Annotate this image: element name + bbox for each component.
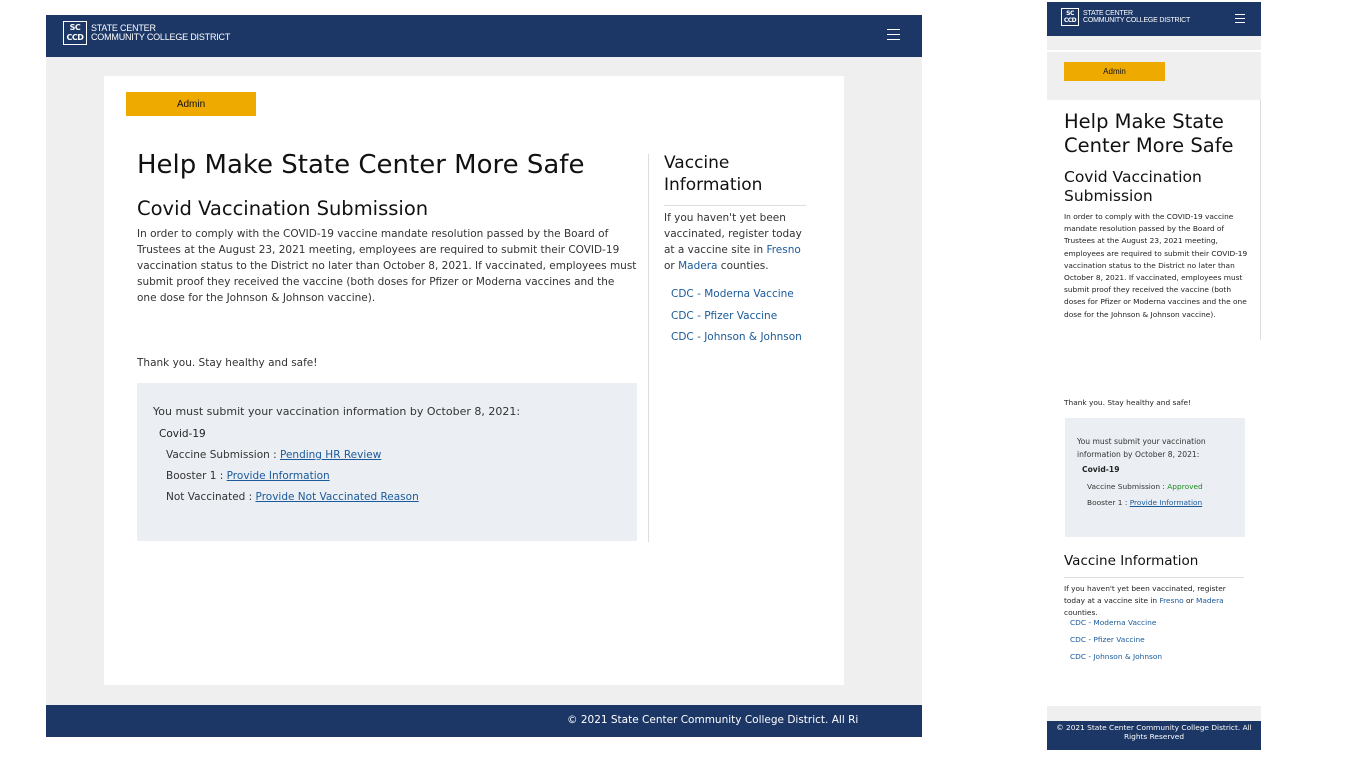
content-card: Admin Help Make State Center More Safe C… <box>104 76 844 685</box>
booster-row: Booster 1 : Provide Information <box>166 470 330 482</box>
logo-name: STATE CENTER COMMUNITY COLLEGE DISTRICT <box>91 23 231 42</box>
mobile-submission-status-box: You must submit your vaccination informa… <box>1065 418 1245 537</box>
madera-link[interactable]: Madera <box>678 260 717 272</box>
thanks-text: Thank you. Stay healthy and safe! <box>137 357 318 369</box>
mobile-view: SC CCD STATE CENTER COMMUNITY COLLEGE DI… <box>1047 2 1261 750</box>
mobile-district-logo[interactable]: SC CCD STATE CENTER COMMUNITY COLLEGE DI… <box>1061 8 1190 26</box>
mobile-cdc-johnson-link[interactable]: CDC - Johnson & Johnson <box>1070 652 1162 661</box>
mobile-sidebar-title: Vaccine Information <box>1064 553 1199 569</box>
mobile-deadline-text: You must submit your vaccination informa… <box>1077 437 1206 459</box>
deadline-text: You must submit your vaccination informa… <box>153 405 521 418</box>
hamburger-menu-icon[interactable] <box>887 29 900 44</box>
sidebar-title: Vaccine Information <box>664 153 763 195</box>
mobile-section-title: Covid Vaccination Submission <box>1064 168 1202 205</box>
approved-status: Approved <box>1167 482 1203 491</box>
cdc-moderna-link[interactable]: CDC - Moderna Vaccine <box>671 288 794 300</box>
sidebar-divider <box>648 154 649 542</box>
vaccine-submission-row: Vaccine Submission : Pending HR Review <box>166 449 381 461</box>
logo-mark-icon: SC CCD <box>63 21 87 45</box>
mobile-sidebar-text: If you haven't yet been vaccinated, regi… <box>1064 584 1226 618</box>
not-vaccinated-row: Not Vaccinated : Provide Not Vaccinated … <box>166 491 419 503</box>
fresno-link[interactable]: Fresno <box>766 244 800 256</box>
district-logo[interactable]: SC CCD STATE CENTER COMMUNITY COLLEGE DI… <box>63 21 230 45</box>
sidebar-rule <box>664 205 806 206</box>
mobile-page-title: Help Make State Center More Safe <box>1064 110 1234 157</box>
not-vaccinated-label: Not Vaccinated : <box>166 491 256 503</box>
pending-hr-review-link[interactable]: Pending HR Review <box>280 449 381 461</box>
mobile-fresno-link[interactable]: Fresno <box>1159 596 1183 605</box>
mobile-madera-link[interactable]: Madera <box>1196 596 1224 605</box>
mobile-vaccine-submission-row: Vaccine Submission : Approved <box>1087 482 1203 491</box>
section-title: Covid Vaccination Submission <box>137 197 429 220</box>
cdc-johnson-link[interactable]: CDC - Johnson & Johnson <box>671 331 802 343</box>
vaccine-submission-label: Vaccine Submission : <box>1087 482 1168 491</box>
mobile-admin-button[interactable]: Admin <box>1064 62 1165 81</box>
cdc-pfizer-link[interactable]: CDC - Pfizer Vaccine <box>671 310 777 322</box>
desktop-view: SC CCD STATE CENTER COMMUNITY COLLEGE DI… <box>46 15 922 737</box>
admin-button[interactable]: Admin <box>126 92 256 116</box>
booster-label: Booster 1 : <box>166 470 227 482</box>
logo-mark-icon: SC CCD <box>1061 8 1079 26</box>
mobile-covid-heading: Covid-19 <box>1082 465 1120 474</box>
mobile-booster-row: Booster 1 : Provide Information <box>1087 498 1202 507</box>
mobile-footer: © 2021 State Center Community College Di… <box>1047 721 1261 750</box>
provide-not-vaccinated-reason-link[interactable]: Provide Not Vaccinated Reason <box>256 491 419 503</box>
page-title: Help Make State Center More Safe <box>137 150 585 180</box>
mobile-header-bar: SC CCD STATE CENTER COMMUNITY COLLEGE DI… <box>1047 2 1261 36</box>
mobile-sidebar-rule <box>1064 577 1244 578</box>
logo-name: STATE CENTER COMMUNITY COLLEGE DISTRICT <box>1083 10 1191 24</box>
header-bar: SC CCD STATE CENTER COMMUNITY COLLEGE DI… <box>46 15 922 57</box>
provide-information-link[interactable]: Provide Information <box>227 470 330 482</box>
sidebar-text: If you haven't yet been vaccinated, regi… <box>664 212 802 272</box>
hamburger-menu-icon[interactable] <box>1235 14 1245 26</box>
covid-heading: Covid-19 <box>159 428 206 440</box>
mobile-cdc-moderna-link[interactable]: CDC - Moderna Vaccine <box>1070 618 1156 627</box>
vaccine-submission-label: Vaccine Submission : <box>166 449 280 461</box>
mobile-thanks-text: Thank you. Stay healthy and safe! <box>1064 398 1192 407</box>
mobile-cdc-pfizer-link[interactable]: CDC - Pfizer Vaccine <box>1070 635 1145 644</box>
footer: © 2021 State Center Community College Di… <box>46 705 922 737</box>
booster-label: Booster 1 : <box>1087 498 1130 507</box>
intro-text: In order to comply with the COVID-19 vac… <box>137 228 637 304</box>
mobile-footer-text: © 2021 State Center Community College Di… <box>1056 723 1252 741</box>
submission-status-box: You must submit your vaccination informa… <box>137 383 637 541</box>
header-separator <box>1047 50 1261 52</box>
mobile-provide-information-link[interactable]: Provide Information <box>1130 498 1203 507</box>
mobile-intro-text: In order to comply with the COVID-19 vac… <box>1064 212 1248 319</box>
